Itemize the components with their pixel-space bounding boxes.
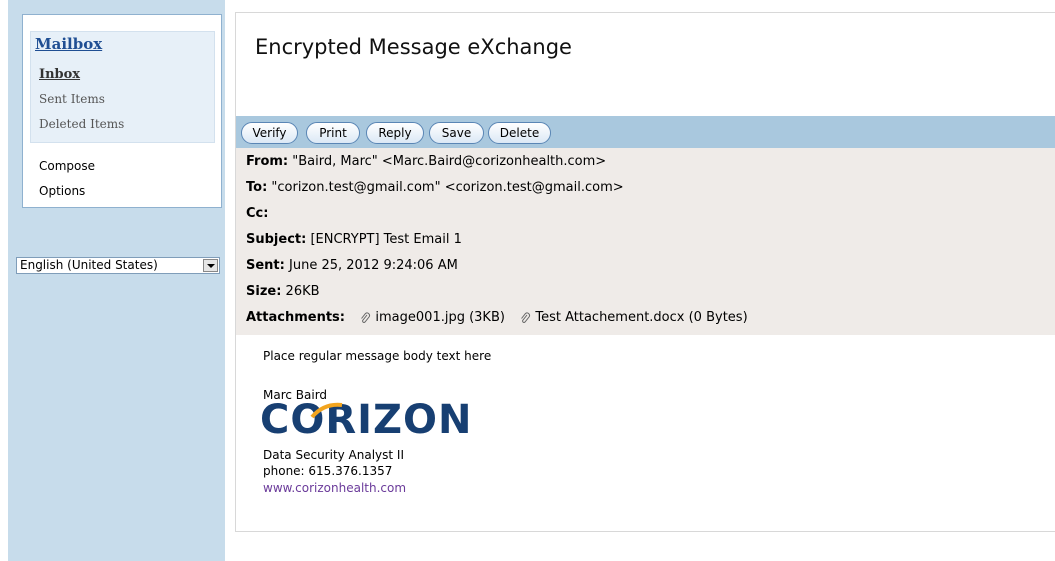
delete-button[interactable]: Delete	[488, 122, 551, 144]
save-button[interactable]: Save	[429, 122, 484, 144]
print-button[interactable]: Print	[306, 122, 360, 144]
mailbox-title-link[interactable]: Mailbox	[35, 35, 102, 53]
from-value: "Baird, Marc" <Marc.Baird@corizonhealth.…	[292, 154, 607, 169]
reply-button[interactable]: Reply	[366, 122, 424, 144]
chevron-down-icon[interactable]	[203, 259, 218, 272]
subject-value: [ENCRYPT] Test Email 1	[310, 232, 462, 247]
to-value: "corizon.test@gmail.com" <corizon.test@g…	[271, 180, 624, 195]
folder-sent-items[interactable]: Sent Items	[39, 92, 105, 106]
header-sent: Sent: June 25, 2012 9:24:06 AM	[246, 258, 458, 273]
sidebar: Mailbox Inbox Sent Items Deleted Items C…	[8, 0, 225, 561]
logo-swoosh-icon	[310, 402, 343, 419]
signature-title: Data Security Analyst II	[263, 448, 405, 462]
message-toolbar: Verify Print Reply Save Delete	[236, 116, 1055, 148]
paperclip-icon	[521, 312, 531, 323]
folder-inbox[interactable]: Inbox	[39, 67, 80, 82]
signature-website-link[interactable]: www.corizonhealth.com	[263, 481, 406, 495]
compose-link[interactable]: Compose	[39, 159, 95, 173]
header-from: From: "Baird, Marc" <Marc.Baird@corizonh…	[246, 154, 606, 169]
header-to: To: "corizon.test@gmail.com" <corizon.te…	[246, 180, 624, 195]
corizon-logo: CORIZON	[260, 397, 473, 443]
sent-value: June 25, 2012 9:24:06 AM	[289, 258, 458, 273]
message-view: Encrypted Message eXchange Verify Print …	[235, 12, 1055, 532]
verify-button[interactable]: Verify	[241, 122, 298, 144]
body-text: Place regular message body text here	[263, 349, 492, 363]
attachments-label: Attachments:	[246, 310, 345, 325]
header-cc: Cc:	[246, 206, 268, 221]
page-title: Encrypted Message eXchange	[255, 35, 572, 59]
language-select-value: English (United States)	[20, 258, 158, 272]
navigation-panel: Mailbox Inbox Sent Items Deleted Items C…	[22, 14, 222, 208]
signature-phone: phone: 615.376.1357	[263, 464, 393, 478]
sent-label: Sent:	[246, 258, 285, 273]
header-attachments: Attachments: image001.jpg (3KB) Test Att…	[246, 310, 748, 325]
folder-deleted-items[interactable]: Deleted Items	[39, 117, 124, 131]
options-link[interactable]: Options	[39, 184, 85, 198]
attachment-link-1[interactable]: image001.jpg (3KB)	[375, 310, 505, 325]
paperclip-icon	[361, 312, 371, 323]
to-label: To:	[246, 180, 268, 195]
language-select[interactable]: English (United States)	[16, 257, 220, 274]
header-size: Size: 26KB	[246, 284, 320, 299]
message-headers: From: "Baird, Marc" <Marc.Baird@corizonh…	[236, 148, 1055, 335]
attachment-link-2[interactable]: Test Attachement.docx (0 Bytes)	[535, 310, 747, 325]
subject-label: Subject:	[246, 232, 307, 247]
size-label: Size:	[246, 284, 282, 299]
size-value: 26KB	[285, 284, 320, 299]
cc-label: Cc:	[246, 206, 269, 221]
header-subject: Subject: [ENCRYPT] Test Email 1	[246, 232, 462, 247]
message-body: Place regular message body text here Mar…	[236, 335, 1055, 531]
from-label: From:	[246, 154, 289, 169]
